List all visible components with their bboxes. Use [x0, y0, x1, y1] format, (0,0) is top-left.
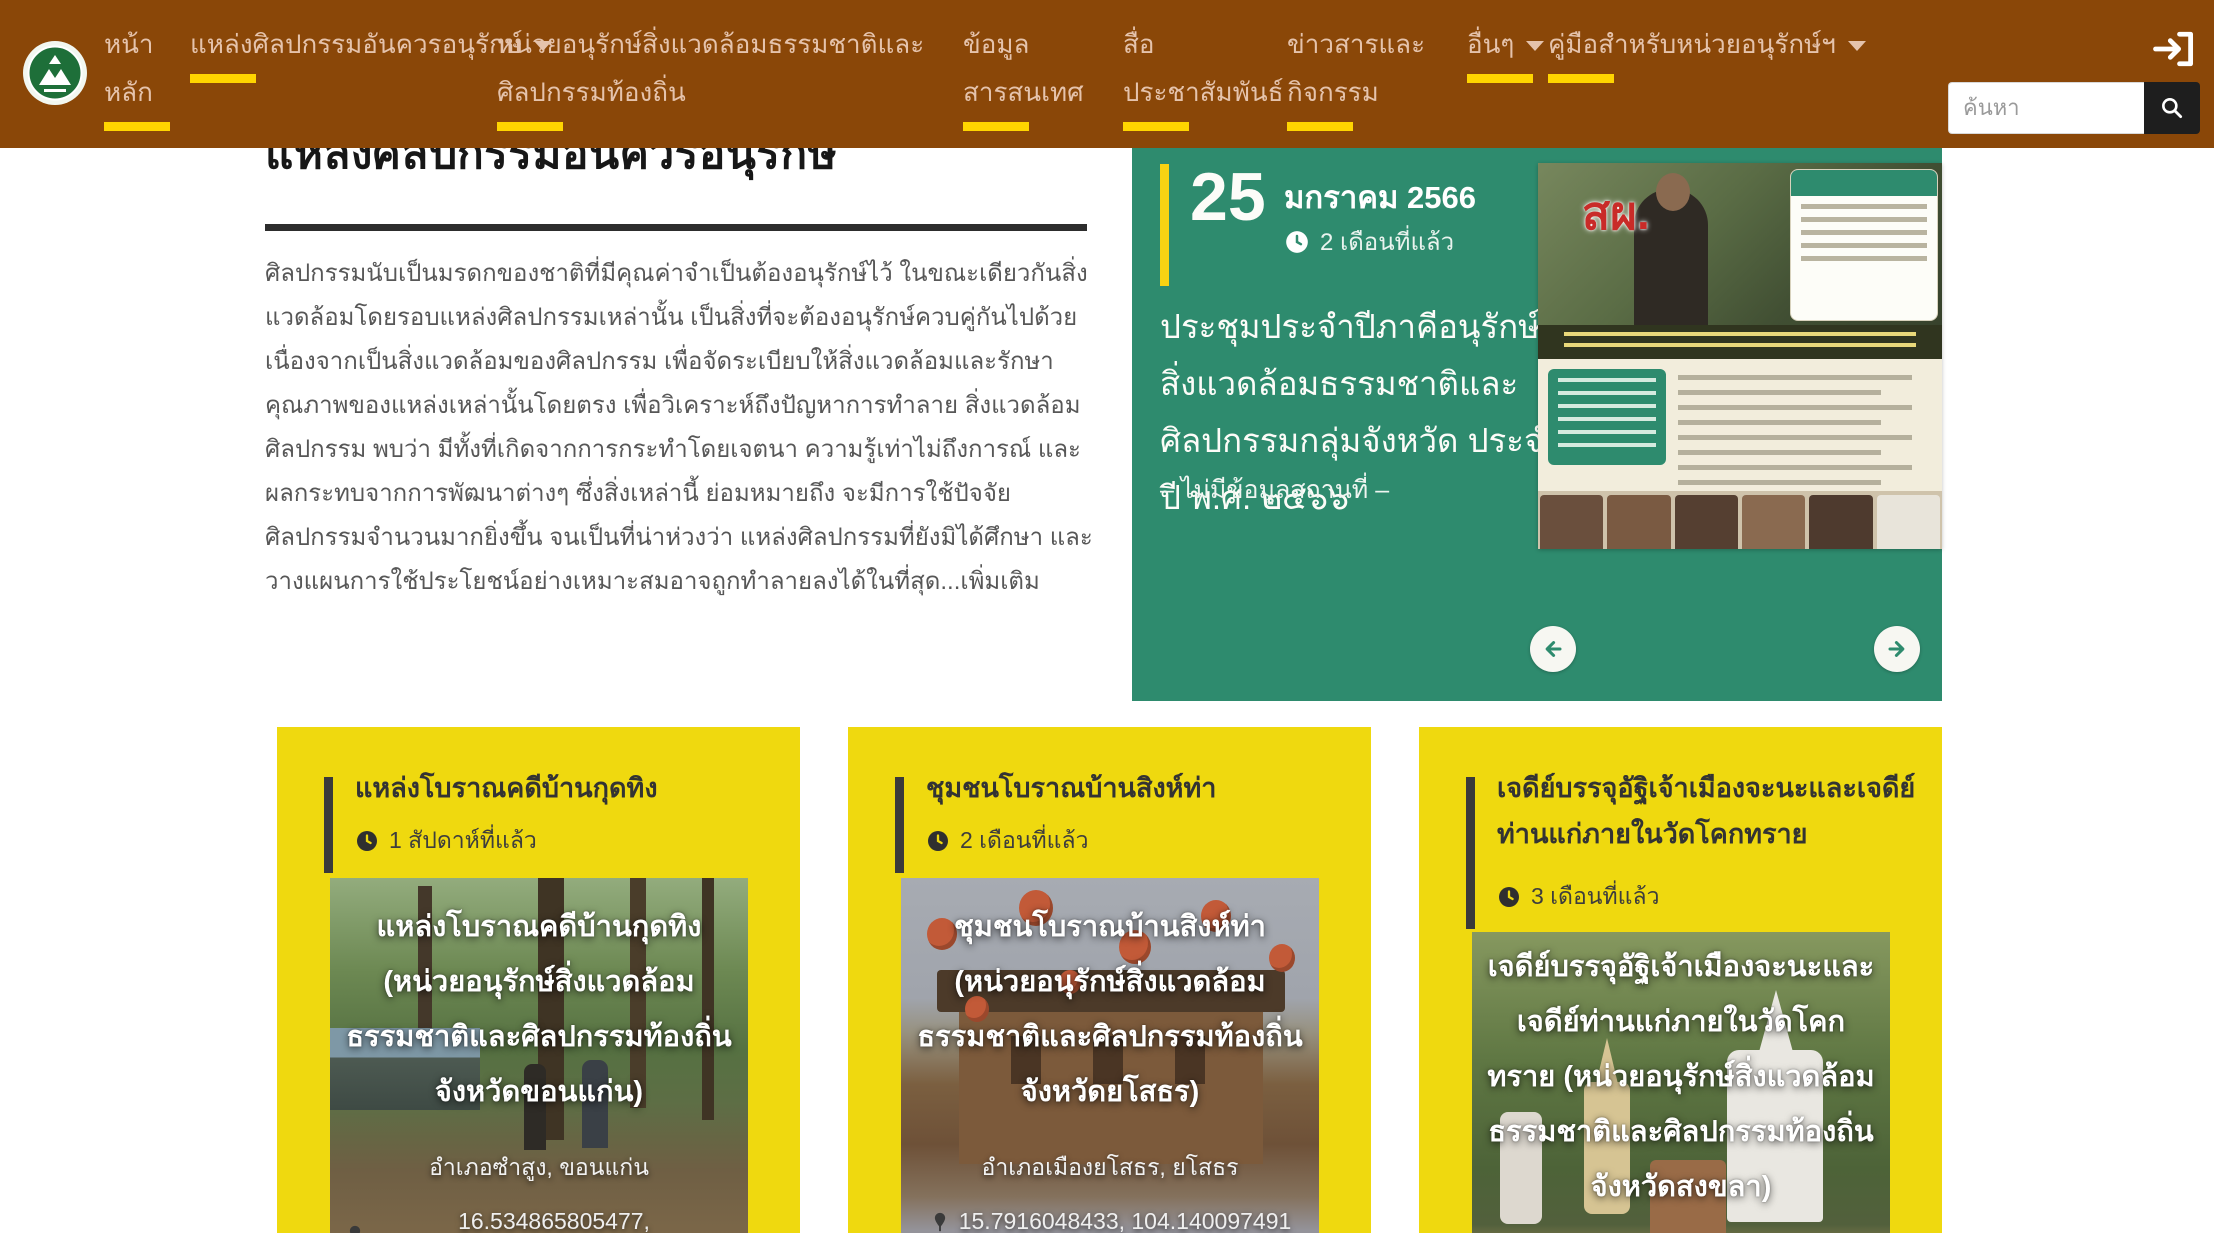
photo-overlay: แหล่งโบราณคดีบ้านกุดทิง (หน่วยอนุรักษ์สิ… [330, 878, 748, 1233]
overlay-coordinates: 15.7916048433, 104.140097491 [959, 1208, 1292, 1233]
chevron-down-icon [1526, 41, 1544, 51]
intro-text: ศิลปกรรมนับเป็นมรดกของชาติที่มีคุณค่าจำเ… [265, 260, 1093, 595]
card-accent-bar [895, 777, 904, 873]
page: แหล่งศิลปกรรมอันควรอนุรักษ์ ศิลปกรรมนับเ… [0, 0, 2214, 1233]
nav-item-media[interactable]: สื่อ​ประชาสัมพันธ์ [1123, 20, 1295, 131]
read-more-link[interactable]: เพิ่มเติม [960, 568, 1039, 595]
search-bar [1948, 82, 2200, 134]
featured-time-ago: 2 เดือนที่แล้ว [1320, 222, 1454, 261]
nav-active-underline [104, 122, 170, 131]
nav-item-home[interactable]: หน้า​หลัก [104, 20, 182, 131]
featured-poster-image[interactable]: สผ. [1538, 163, 1942, 549]
nav-item-others[interactable]: อื่นๆ [1467, 20, 1544, 83]
clock-icon [1284, 229, 1310, 255]
overlay-location: อำเภอเมืองยโสธร, ยโสธร [982, 1150, 1239, 1186]
featured-news-panel: 25 มกราคม 2566 2 เดือนที่แล้ว ประชุมประจ… [1132, 148, 1942, 701]
card-time-ago: 2 เดือนที่แล้ว [960, 823, 1089, 859]
poster-people-row [1538, 491, 1942, 549]
card-time-row: 1 สัปดาห์ที่แล้ว [355, 823, 537, 859]
overlay-title: แหล่งโบราณคดีบ้านกุดทิง (หน่วยอนุรักษ์สิ… [344, 900, 734, 1120]
featured-day: 25 [1190, 158, 1266, 236]
card-time-row: 2 เดือนที่แล้ว [926, 823, 1089, 859]
nav-active-underline [1123, 122, 1189, 131]
nav-active-underline [190, 74, 256, 83]
login-arrow-icon [2150, 28, 2198, 70]
arrow-right-icon [1883, 635, 1911, 663]
pin-icon [344, 1224, 366, 1233]
nav-item-conservation-units[interactable]: หน่วยอนุรักษ์สิ่งแวดล้อมธรรมชาติและศิลปก… [497, 20, 955, 131]
search-button[interactable] [2144, 82, 2200, 134]
card-title[interactable]: ชุมชนโบราณบ้านสิงห์ท่า [926, 765, 1346, 811]
site-card: ชุมชนโบราณบ้านสิงห์ท่า 2 เดือนที่แล้ว ชุ… [848, 727, 1371, 1233]
search-input[interactable] [1948, 82, 2144, 134]
card-time-row: 3 เดือนที่แล้ว [1497, 879, 1660, 915]
card-time-ago: 1 สัปดาห์ที่แล้ว [389, 823, 537, 859]
poster-side-card [1790, 169, 1938, 321]
intro-paragraph: ศิลปกรรมนับเป็นมรดกของชาติที่มีคุณค่าจำเ… [265, 252, 1093, 604]
card-photo[interactable]: เจดีย์บรรจุอัฐิเจ้าเมืองจะนะ​และเจดีย์ท่… [1472, 932, 1890, 1233]
card-title[interactable]: เจดีย์บรรจุอัฐิเจ้าเมืองจะนะและเจดีย์ท่า… [1497, 765, 1917, 857]
card-accent-bar [324, 777, 333, 873]
nav-item-manual[interactable]: คู่มือสำหรับหน่วยอนุรักษ์ฯ [1548, 20, 1866, 83]
poster-person-head [1656, 173, 1690, 211]
date-accent-bar [1160, 164, 1169, 286]
card-photo[interactable]: ชุมชนโบราณบ้านสิงห์ท่า (หน่วยอนุรักษ์สิ่… [901, 878, 1319, 1233]
overlay-location: อำเภอซำสูง, ขอนแก่น [429, 1150, 649, 1186]
site-card: เจดีย์บรรจุอัฐิเจ้าเมืองจะนะและเจดีย์ท่า… [1419, 727, 1942, 1233]
pin-icon [929, 1211, 951, 1233]
photo-overlay: ชุมชนโบราณบ้านสิงห์ท่า (หน่วยอนุรักษ์สิ่… [901, 878, 1319, 1233]
arrow-left-icon [1539, 635, 1567, 663]
nav-item-news-activities[interactable]: ข่าวสารและ​กิจกรรม [1287, 20, 1452, 131]
top-nav-bar: หน้า​หลัก แหล่งศิลปกรรมอันควรอนุรักษ์ หน… [0, 0, 2214, 148]
nav-active-underline [497, 122, 563, 131]
poster-brand-text: สผ. [1582, 177, 1650, 250]
overlay-coordinates-row: 16.534865805477, 102.98139746526 [344, 1208, 734, 1233]
title-divider [265, 224, 1087, 231]
card-accent-bar [1466, 777, 1475, 929]
featured-month-year: มกราคม 2566 [1284, 172, 1476, 222]
carousel-next-button[interactable] [1874, 626, 1920, 672]
login-button[interactable] [2150, 28, 2198, 70]
clock-icon [1497, 885, 1521, 909]
overlay-title: ชุมชนโบราณบ้านสิงห์ท่า (หน่วยอนุรักษ์สิ่… [915, 900, 1305, 1120]
featured-time-row: 2 เดือนที่แล้ว [1284, 222, 1454, 261]
chevron-down-icon [1848, 41, 1866, 51]
site-logo[interactable] [22, 40, 88, 106]
poster-body-text-lines [1678, 365, 1932, 485]
search-icon [2159, 95, 2185, 121]
nav-active-underline [1467, 74, 1533, 83]
photo-overlay: เจดีย์บรรจุอัฐิเจ้าเมืองจะนะ​และเจดีย์ท่… [1472, 932, 1890, 1233]
overlay-title: เจดีย์บรรจุอัฐิเจ้าเมืองจะนะ​และเจดีย์ท่… [1486, 940, 1876, 1215]
card-photo[interactable]: แหล่งโบราณคดีบ้านกุดทิง (หน่วยอนุรักษ์สิ… [330, 878, 748, 1233]
poster-green-box [1548, 369, 1666, 465]
nav-item-information[interactable]: ข้อมูล​สารสนเทศ [963, 20, 1115, 131]
site-card: แหล่งโบราณคดีบ้านกุดทิง 1 สัปดาห์ที่แล้ว… [277, 727, 800, 1233]
nav-active-underline [1548, 74, 1614, 83]
featured-location: – ไม่มีข้อมูลสถานที่ – [1160, 470, 1389, 510]
clock-icon [926, 829, 950, 853]
overlay-coordinates-row: 15.7916048433, 104.140097491 [929, 1208, 1292, 1233]
clock-icon [355, 829, 379, 853]
nav-active-underline [963, 122, 1029, 131]
card-time-ago: 3 เดือนที่แล้ว [1531, 879, 1660, 915]
overlay-coordinates: 16.534865805477, 102.98139746526 [374, 1208, 734, 1233]
carousel-prev-button[interactable] [1530, 626, 1576, 672]
card-title[interactable]: แหล่งโบราณคดีบ้านกุดทิง [355, 765, 775, 811]
nav-active-underline [1287, 122, 1353, 131]
poster-title-band [1538, 325, 1942, 359]
